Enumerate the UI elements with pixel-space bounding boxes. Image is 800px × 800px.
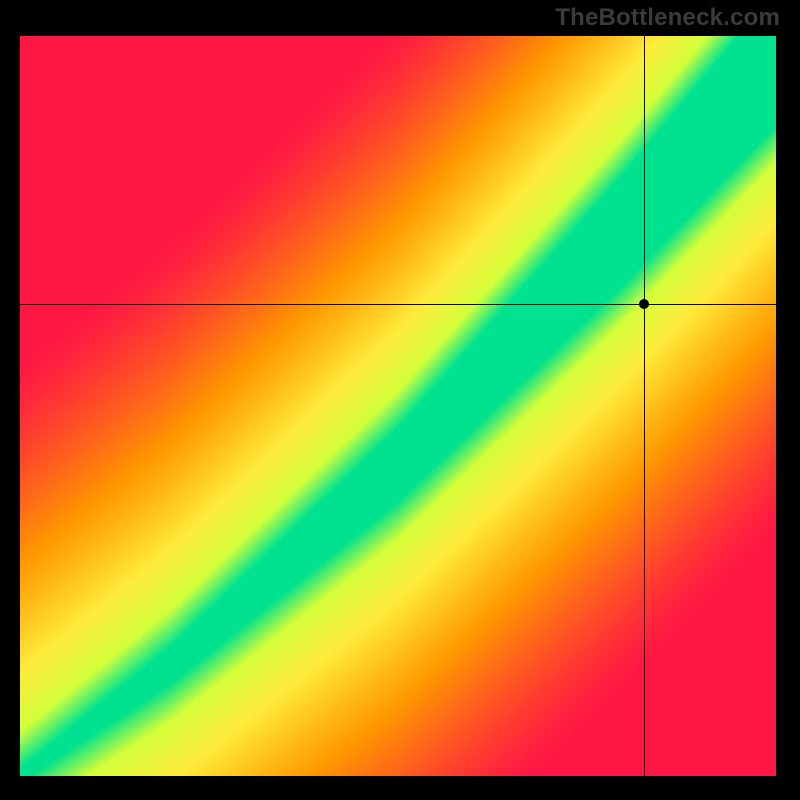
marker-dot [639,299,649,309]
chart-frame: TheBottleneck.com [0,0,800,800]
heatmap-canvas [20,36,776,776]
crosshair-horizontal [20,304,776,305]
crosshair-vertical [644,36,645,776]
watermark-text: TheBottleneck.com [555,4,780,32]
plot-area [20,36,776,776]
